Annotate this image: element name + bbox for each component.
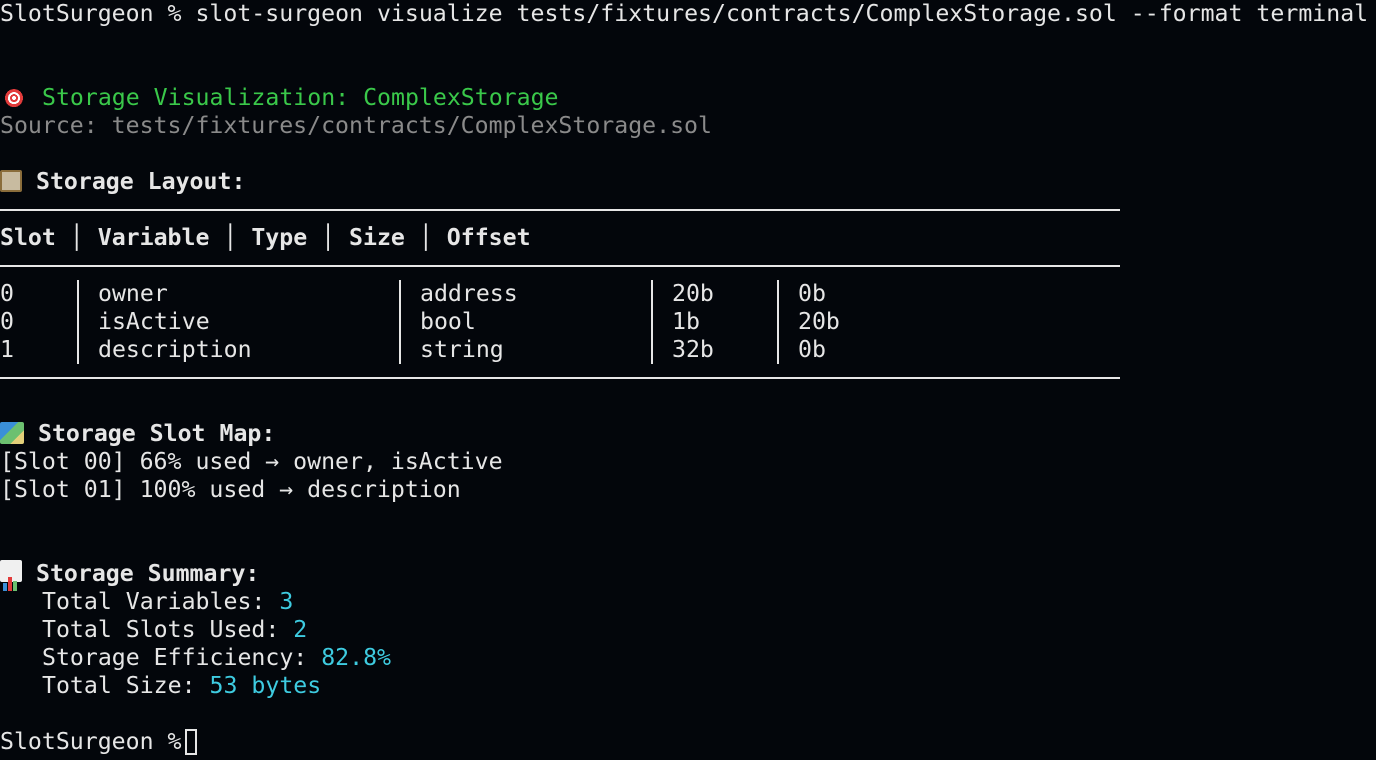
final-prompt-line[interactable]: SlotSurgeon % [0,728,198,756]
summary-value: 82.8% [321,644,392,671]
table-header-row: Slot │ Variable │ Type │ Size │ Offset [0,224,531,251]
table-bottom-rule [0,377,1120,379]
table-cell-size: 1b [672,308,700,335]
visualization-title: Storage Visualization: ComplexStorage [0,84,559,112]
summary-value: 53 bytes [209,672,322,699]
summary-total-size: Total Size: 53 bytes [42,672,321,700]
table-cell-type: bool [420,308,476,335]
layout-heading: Storage Layout: [0,168,245,196]
table-cell-slot: 0 [0,308,14,335]
prompt-symbol: % [167,0,182,27]
slot-map-heading-text: Storage Slot Map: [38,420,276,447]
command-line: SlotSurgeon % slot-surgeon visualize tes… [0,0,1368,28]
table-separator [399,280,401,364]
table-cell-offset: 20b [798,308,840,335]
direct-hit-icon [0,86,28,108]
layout-heading-text: Storage Layout: [36,168,246,195]
summary-value: 2 [293,616,308,643]
source-path: Source: tests/fixtures/contracts/Complex… [0,112,712,139]
prompt-host: SlotSurgeon [0,0,154,27]
table-cell-slot: 1 [0,336,14,363]
world-map-icon [0,422,24,444]
table-cell-variable: owner [98,280,168,307]
col-size-header: Size [349,224,405,251]
col-variable-header: Variable [97,224,210,251]
table-separator [77,280,79,364]
col-offset-header: Offset [446,224,531,251]
col-slot-header: Slot [0,224,56,251]
terminal-window: SlotSurgeon % slot-surgeon visualize tes… [0,0,1376,760]
title-text: Storage Visualization: ComplexStorage [42,84,559,111]
bar-chart-icon [0,560,22,591]
summary-value: 3 [279,588,294,615]
table-cell-variable: isActive [98,308,210,335]
table-cell-type: string [420,336,504,363]
summary-label: Total Slots Used: [42,616,294,643]
summary-heading-text: Storage Summary: [36,560,260,587]
clipboard-icon [0,170,22,192]
summary-total-slots: Total Slots Used: 2 [42,616,307,644]
table-cell-size: 32b [672,336,714,363]
table-cell-offset: 0b [798,280,826,307]
summary-total-variables: Total Variables: 3 [42,588,293,616]
table-separator [651,280,653,364]
terminal-cursor[interactable] [185,729,198,755]
command-text: slot-surgeon visualize tests/fixtures/co… [195,0,1369,27]
table-cell-type: address [420,280,518,307]
final-prompt: SlotSurgeon % [0,728,182,755]
slot-map-line: [Slot 01] 100% used → description [0,476,461,503]
table-header-rule [0,265,1120,267]
summary-label: Total Size: [42,672,210,699]
slot-map-line: [Slot 00] 66% used → owner, isActive [0,448,503,475]
col-type-header: Type [251,224,308,251]
table-cell-size: 20b [672,280,714,307]
summary-label: Storage Efficiency: [42,644,322,671]
summary-efficiency: Storage Efficiency: 82.8% [42,644,391,672]
slot-map-heading: Storage Slot Map: [0,420,275,448]
summary-label: Total Variables: [42,588,280,615]
table-cell-slot: 0 [0,280,14,307]
table-top-rule [0,209,1120,211]
summary-heading: Storage Summary: [0,560,260,591]
table-cell-offset: 0b [798,336,826,363]
table-cell-variable: description [98,336,252,363]
table-separator [777,280,779,364]
